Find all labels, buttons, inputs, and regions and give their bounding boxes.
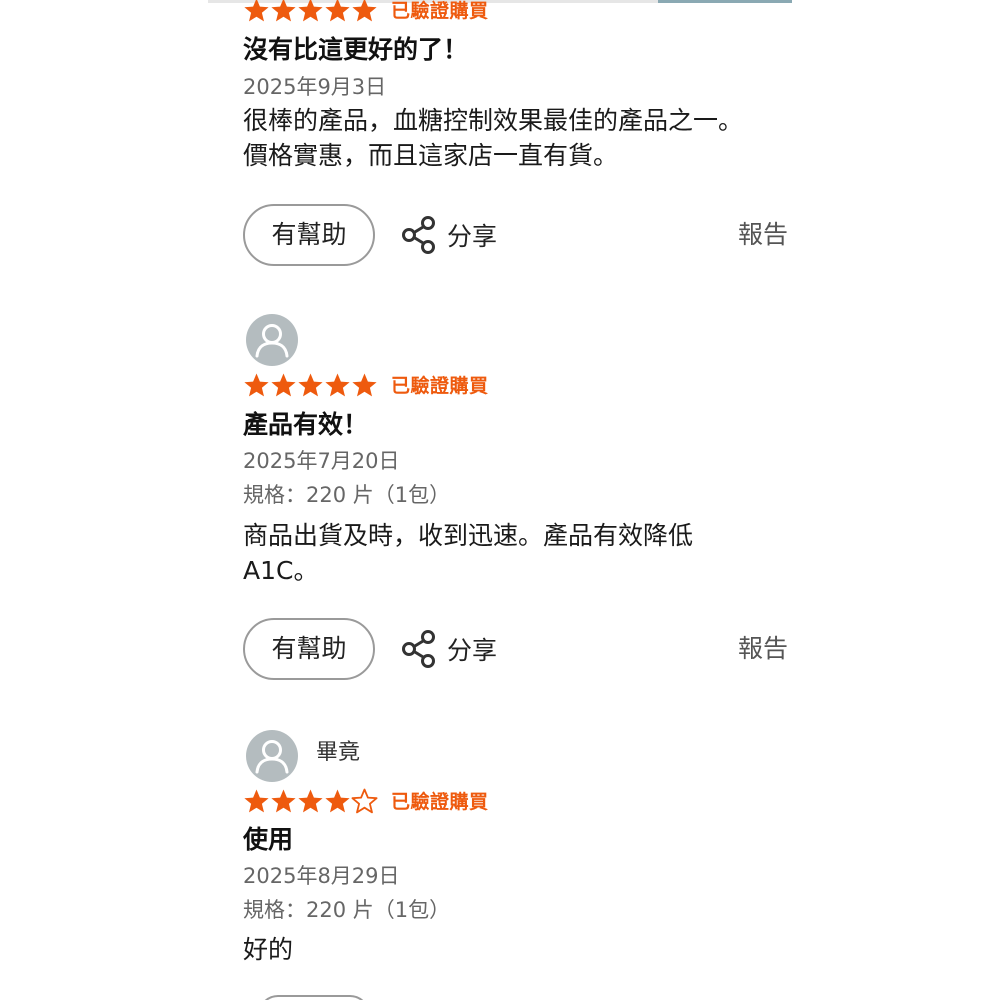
review-date: 2025年9月3日 [243,75,387,99]
helpful-button[interactable]: 有幫助 [243,618,375,680]
star-filled-icon [270,0,297,24]
review-body: 好的 [243,932,791,967]
star-filled-icon [324,0,351,24]
avatar [246,314,298,366]
share-button[interactable]: 分享 [401,204,497,266]
review-title: 沒有比這更好的了！ [243,35,469,64]
star-rating [243,788,378,815]
review-body: 很棒的產品，血糖控制效果最佳的產品之一。 價格實惠，而且這家店一直有貨。 [243,103,791,173]
star-filled-icon [351,372,378,399]
rating-row: 已驗證購買 [243,0,791,27]
review-body-line: 很棒的產品，血糖控制效果最佳的產品之一。 [243,106,744,135]
helpful-button-partial[interactable] [258,995,370,1000]
star-filled-icon [270,788,297,815]
report-link[interactable]: 報告 [738,204,788,266]
star-filled-icon [243,0,270,24]
verified-purchase-badge: 已驗證購買 [391,375,489,397]
rating-row: 已驗證購買 [243,788,791,818]
star-empty-icon [351,788,378,815]
share-icon [401,215,437,255]
review-spec: 規格：220 片（1包） [243,483,451,507]
review-body-line: 商品出貨及時，收到迅速。產品有效降低 [243,521,694,550]
verified-purchase-badge: 已驗證購買 [391,0,489,22]
share-icon [401,629,437,669]
star-filled-icon [243,372,270,399]
review-body-line: 好的 [243,935,294,964]
review-body-line: A1C。 [243,556,319,585]
review-title: 使用 [243,825,294,854]
review-date: 2025年7月20日 [243,449,400,473]
share-label: 分享 [447,222,498,251]
reviewer-name: 畢竟 [316,740,361,765]
star-filled-icon [297,372,324,399]
report-link[interactable]: 報告 [738,618,788,680]
star-filled-icon [270,372,297,399]
helpful-button[interactable]: 有幫助 [243,204,375,266]
rating-row: 已驗證購買 [243,372,791,402]
share-label: 分享 [447,636,498,665]
verified-purchase-badge: 已驗證購買 [391,791,489,813]
star-rating [243,0,378,24]
star-filled-icon [243,788,270,815]
review-spec: 規格：220 片（1包） [243,898,451,922]
share-button[interactable]: 分享 [401,618,497,680]
star-rating [243,372,378,399]
review-date: 2025年8月29日 [243,864,400,888]
review-body: 商品出貨及時，收到迅速。產品有效降低 A1C。 [243,518,791,588]
avatar [246,730,298,782]
star-filled-icon [324,788,351,815]
star-filled-icon [297,0,324,24]
reviews-page: 已驗證購買 沒有比這更好的了！ 2025年9月3日 很棒的產品，血糖控制效果最佳… [0,0,1000,1000]
star-filled-icon [351,0,378,24]
star-filled-icon [297,788,324,815]
star-filled-icon [324,372,351,399]
review-body-line: 價格實惠，而且這家店一直有貨。 [243,141,619,170]
review-title: 產品有效！ [243,410,369,439]
